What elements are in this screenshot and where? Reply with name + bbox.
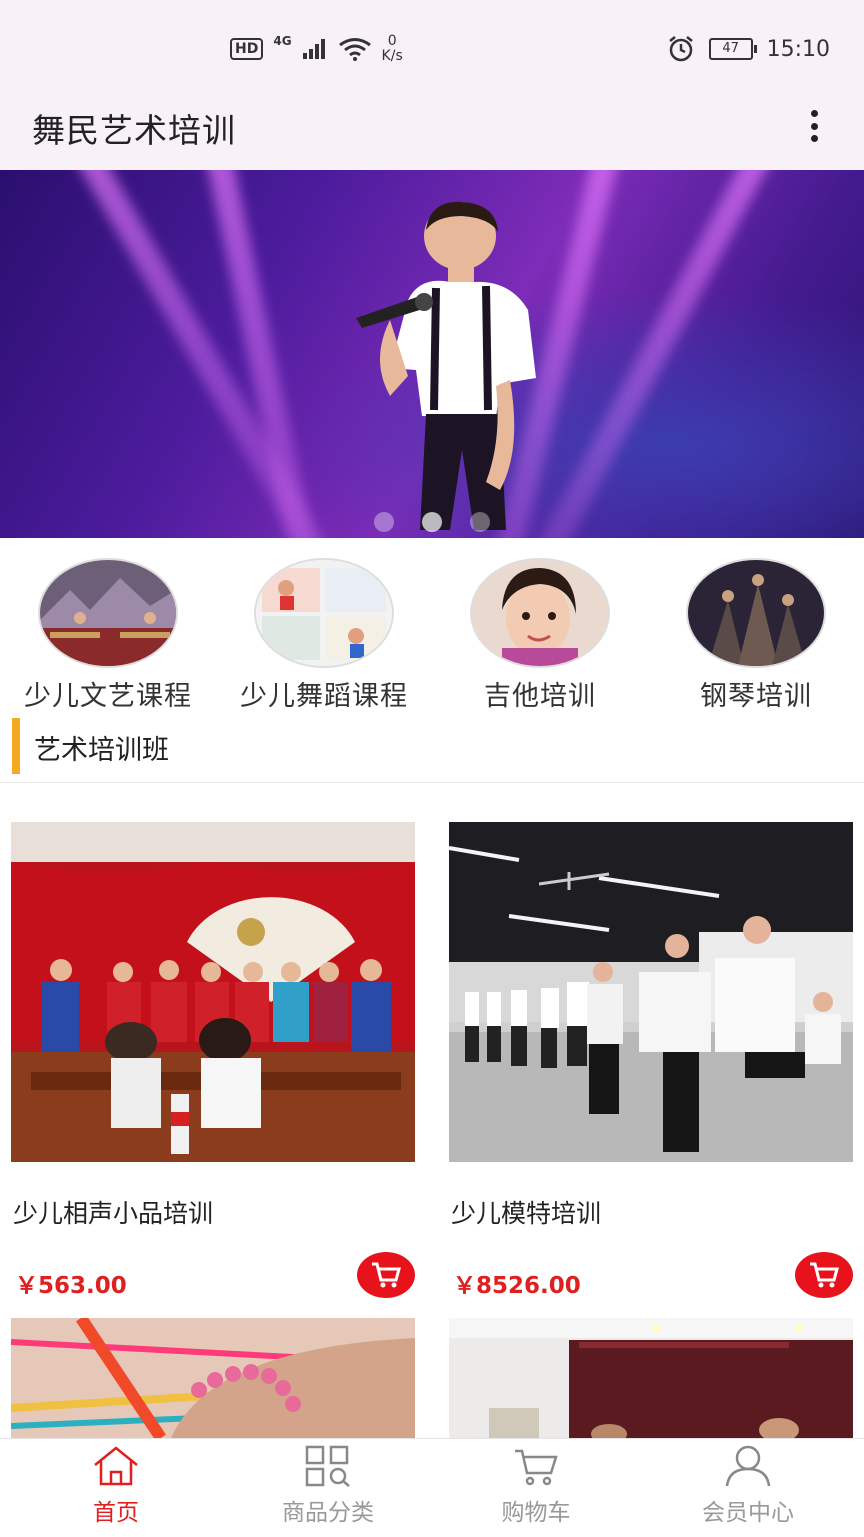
more-vert-icon[interactable] (808, 110, 820, 142)
category-image (686, 558, 826, 668)
alarm-icon (668, 36, 693, 62)
category-item-piano[interactable]: 钢琴培训 (648, 558, 864, 713)
stage-light (200, 170, 372, 538)
category-image (254, 558, 394, 668)
product-image (449, 1318, 853, 1438)
carousel-dot[interactable] (422, 512, 442, 532)
nav-label: 商品分类 (282, 1500, 374, 1526)
wifi-icon (338, 38, 371, 61)
net-speed: 0 K/s (382, 34, 403, 64)
status-bar: HD 4G 0 K/s 47 15:10 (0, 0, 864, 96)
cart-icon (372, 1262, 401, 1288)
product-title: 少儿相声小品培训 (13, 1199, 214, 1228)
section-accent-bar (12, 718, 20, 774)
category-item-literary[interactable]: 少儿文艺课程 (0, 558, 216, 713)
net-speed-value: 0 (387, 33, 397, 49)
category-label: 少儿文艺课程 (24, 681, 192, 712)
category-label: 少儿舞蹈课程 (240, 681, 408, 712)
hd-badge: HD (230, 38, 264, 60)
carousel-dot[interactable] (374, 512, 394, 532)
banner-performer-image (356, 201, 536, 530)
clock: 15:10 (766, 36, 830, 62)
app-title: 舞民艺术培训 (32, 111, 236, 150)
section-header: 艺术培训班 (0, 716, 864, 783)
category-item-dance[interactable]: 少儿舞蹈课程 (216, 558, 432, 713)
category-image (38, 558, 178, 668)
nav-cart[interactable]: 购物车 (428, 1445, 644, 1527)
cart-icon (810, 1262, 839, 1288)
user-icon (725, 1445, 771, 1487)
category-item-guitar[interactable]: 吉他培训 (432, 558, 648, 713)
carousel-dot[interactable] (470, 512, 490, 532)
nav-home[interactable]: 首页 (8, 1445, 224, 1527)
product-price: ￥8526.00 (453, 1273, 581, 1299)
more-dot (810, 110, 818, 117)
product-image (11, 822, 415, 1162)
product-image (449, 822, 853, 1162)
category-image (470, 558, 610, 668)
grid-search-icon (305, 1445, 350, 1487)
product-card[interactable] (449, 1318, 853, 1438)
nav-label: 会员中心 (702, 1500, 794, 1526)
divider (0, 783, 864, 803)
product-card[interactable]: 少儿模特培训 ￥8526.00 (449, 822, 853, 1302)
bottom-nav: 首页 商品分类 购物车 会员中心 (0, 1438, 864, 1537)
cart-icon (515, 1449, 558, 1486)
product-image (11, 1318, 415, 1438)
more-dot (810, 122, 818, 130)
signal-icon (302, 39, 325, 59)
product-price: ￥563.00 (15, 1273, 127, 1299)
home-icon (94, 1446, 138, 1486)
nav-label: 购物车 (501, 1500, 571, 1526)
nav-label: 首页 (93, 1500, 139, 1526)
more-dot (810, 135, 818, 142)
banner-carousel[interactable] (0, 170, 864, 538)
section-title: 艺术培训班 (34, 735, 169, 766)
nav-member[interactable]: 会员中心 (640, 1445, 856, 1527)
add-to-cart-button[interactable] (795, 1252, 853, 1298)
status-right: 47 15:10 (667, 36, 830, 62)
network-type: 4G (273, 34, 292, 48)
category-label: 吉他培训 (484, 681, 596, 712)
product-card[interactable] (11, 1318, 415, 1438)
category-label: 钢琴培训 (700, 681, 812, 712)
status-left: HD 4G 0 K/s (230, 34, 403, 64)
product-card[interactable]: 少儿相声小品培训 ￥563.00 (11, 822, 415, 1302)
category-row: 少儿文艺课程 少儿舞蹈课程 吉他培训 钢琴培训 (0, 548, 864, 712)
app-bar: 舞民艺术培训 (0, 96, 864, 170)
carousel-indicator[interactable] (374, 512, 490, 532)
battery-indicator: 47 (708, 38, 757, 60)
product-title: 少儿模特培训 (451, 1199, 602, 1228)
add-to-cart-button[interactable] (357, 1252, 415, 1298)
net-speed-unit: K/s (381, 48, 403, 64)
nav-category[interactable]: 商品分类 (220, 1445, 436, 1527)
